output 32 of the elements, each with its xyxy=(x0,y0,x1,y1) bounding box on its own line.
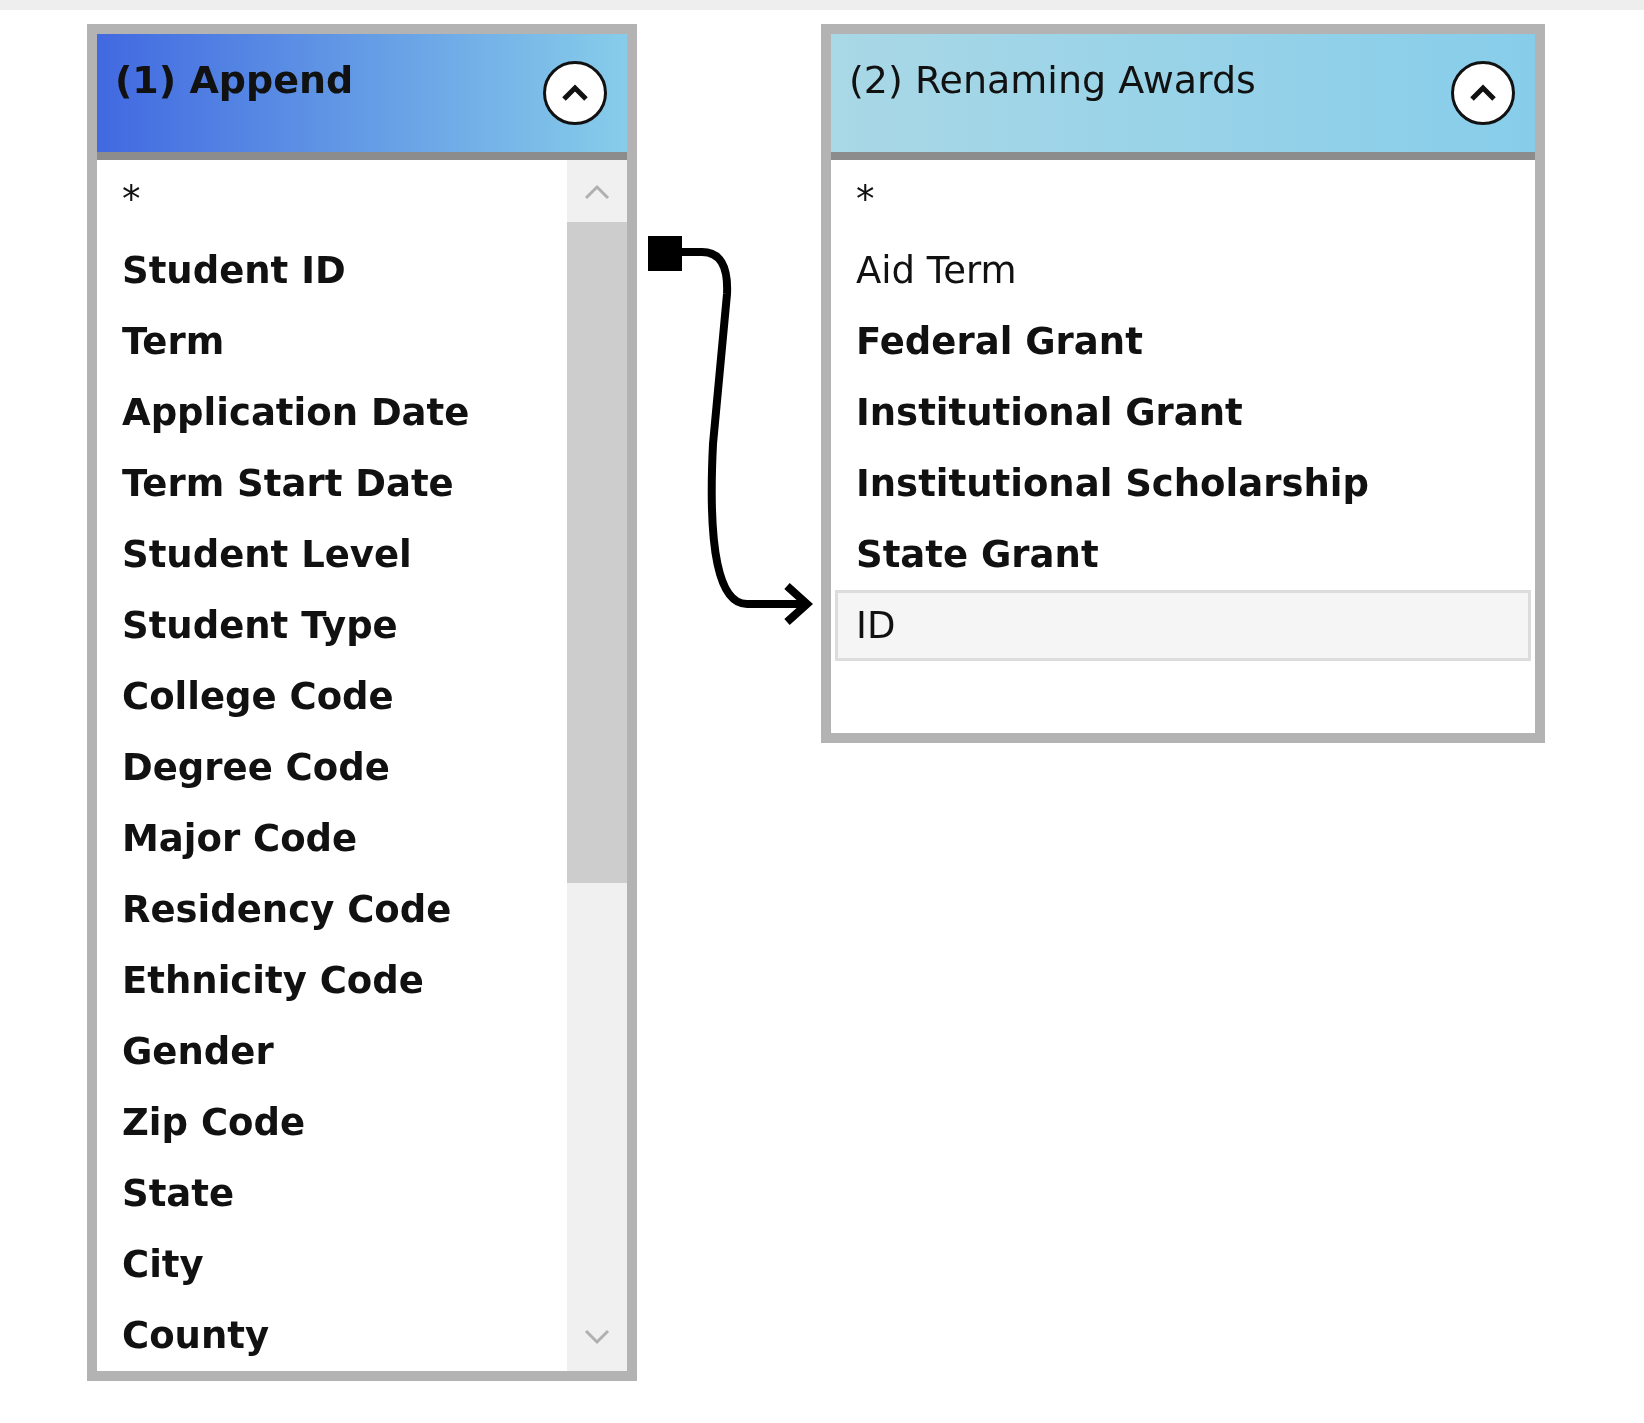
collapse-button[interactable] xyxy=(543,61,607,125)
field-item[interactable]: Gender xyxy=(101,1016,563,1087)
field-item[interactable]: * xyxy=(101,164,563,235)
field-item[interactable]: Major Code xyxy=(101,803,563,874)
field-item[interactable]: Student Level xyxy=(101,519,563,590)
field-item[interactable]: State Grant xyxy=(835,519,1531,590)
field-item[interactable]: Aid Term xyxy=(835,235,1531,306)
table-title: (1) Append xyxy=(115,58,354,102)
field-item[interactable]: County xyxy=(101,1300,563,1371)
field-item[interactable]: Zip Code xyxy=(101,1087,563,1158)
field-item[interactable]: College Code xyxy=(101,661,563,732)
field-item[interactable]: Residency Code xyxy=(101,874,563,945)
field-item[interactable]: Institutional Scholarship xyxy=(835,448,1531,519)
field-item[interactable]: State xyxy=(101,1158,563,1229)
field-item[interactable]: Term xyxy=(101,306,563,377)
table-title: (2) Renaming Awards xyxy=(849,58,1256,102)
field-item[interactable]: Student Type xyxy=(101,590,563,661)
field-item[interactable]: ID xyxy=(835,590,1531,661)
chevron-up-icon xyxy=(561,84,589,102)
collapse-button[interactable] xyxy=(1451,61,1515,125)
field-item[interactable]: Federal Grant xyxy=(835,306,1531,377)
field-item[interactable]: Degree Code xyxy=(101,732,563,803)
chevron-up-icon xyxy=(1469,84,1497,102)
scrollbar[interactable] xyxy=(567,160,627,1371)
scroll-thumb[interactable] xyxy=(567,222,627,883)
field-item[interactable]: City xyxy=(101,1229,563,1300)
field-item[interactable]: Institutional Grant xyxy=(835,377,1531,448)
field-item[interactable]: * xyxy=(835,164,1531,235)
field-item[interactable]: Ethnicity Code xyxy=(101,945,563,1016)
field-item[interactable]: Student ID xyxy=(101,235,563,306)
field-item[interactable]: Term Start Date xyxy=(101,448,563,519)
field-item[interactable]: Application Date xyxy=(101,377,563,448)
